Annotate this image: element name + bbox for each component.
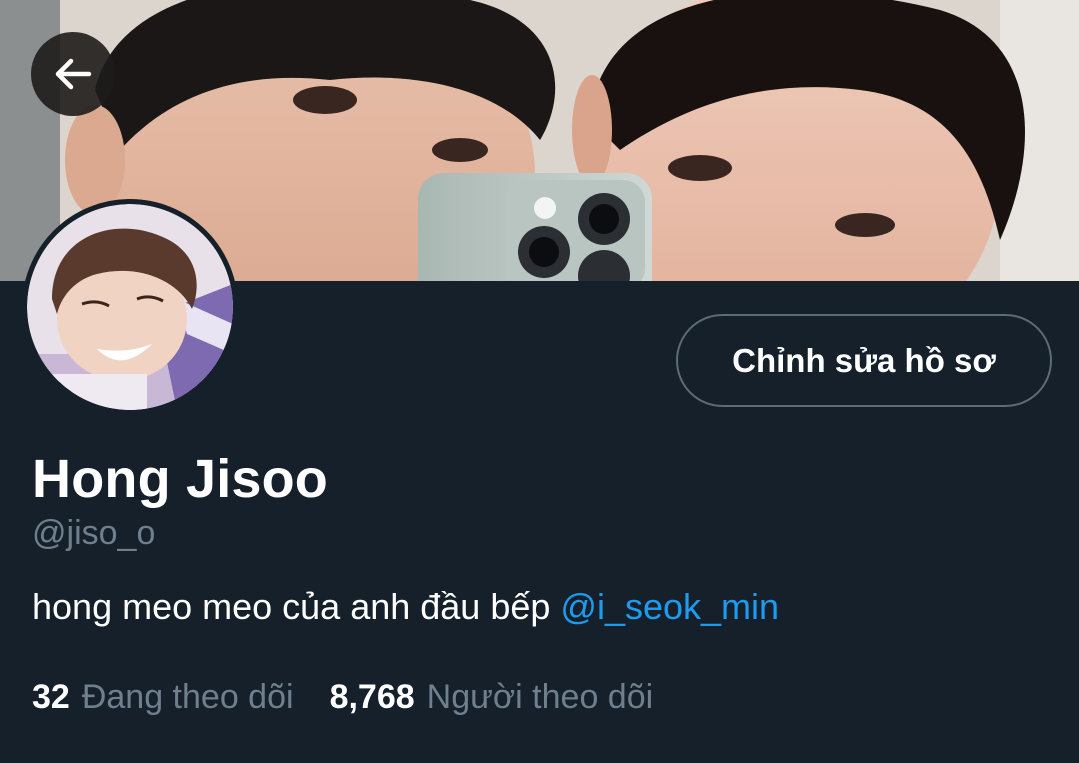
profile-stats: 32 Đang theo dõi 8,768 Người theo dõi — [32, 678, 653, 717]
arrow-left-icon — [55, 58, 92, 90]
profile-handle: @jiso_o — [32, 514, 156, 552]
edit-profile-button[interactable]: Chỉnh sửa hồ sơ — [676, 314, 1052, 407]
followers-count: 8,768 — [329, 678, 415, 716]
bio-text: hong meo meo của anh đầu bếp — [32, 586, 561, 627]
profile-bio: hong meo meo của anh đầu bếp @i_seok_min — [32, 586, 779, 628]
followers-label: Người theo dõi — [426, 678, 654, 716]
avatar-photo — [27, 204, 233, 410]
following-count: 32 — [32, 678, 70, 716]
followers-link[interactable]: 8,768 Người theo dõi — [330, 678, 654, 717]
profile-name: Hong Jisoo — [32, 449, 328, 509]
back-button[interactable] — [31, 32, 115, 116]
bio-mention-link[interactable]: @i_seok_min — [560, 586, 779, 627]
profile-avatar[interactable] — [22, 199, 238, 415]
following-link[interactable]: 32 Đang theo dõi — [32, 678, 294, 717]
following-label: Đang theo dõi — [81, 678, 294, 716]
